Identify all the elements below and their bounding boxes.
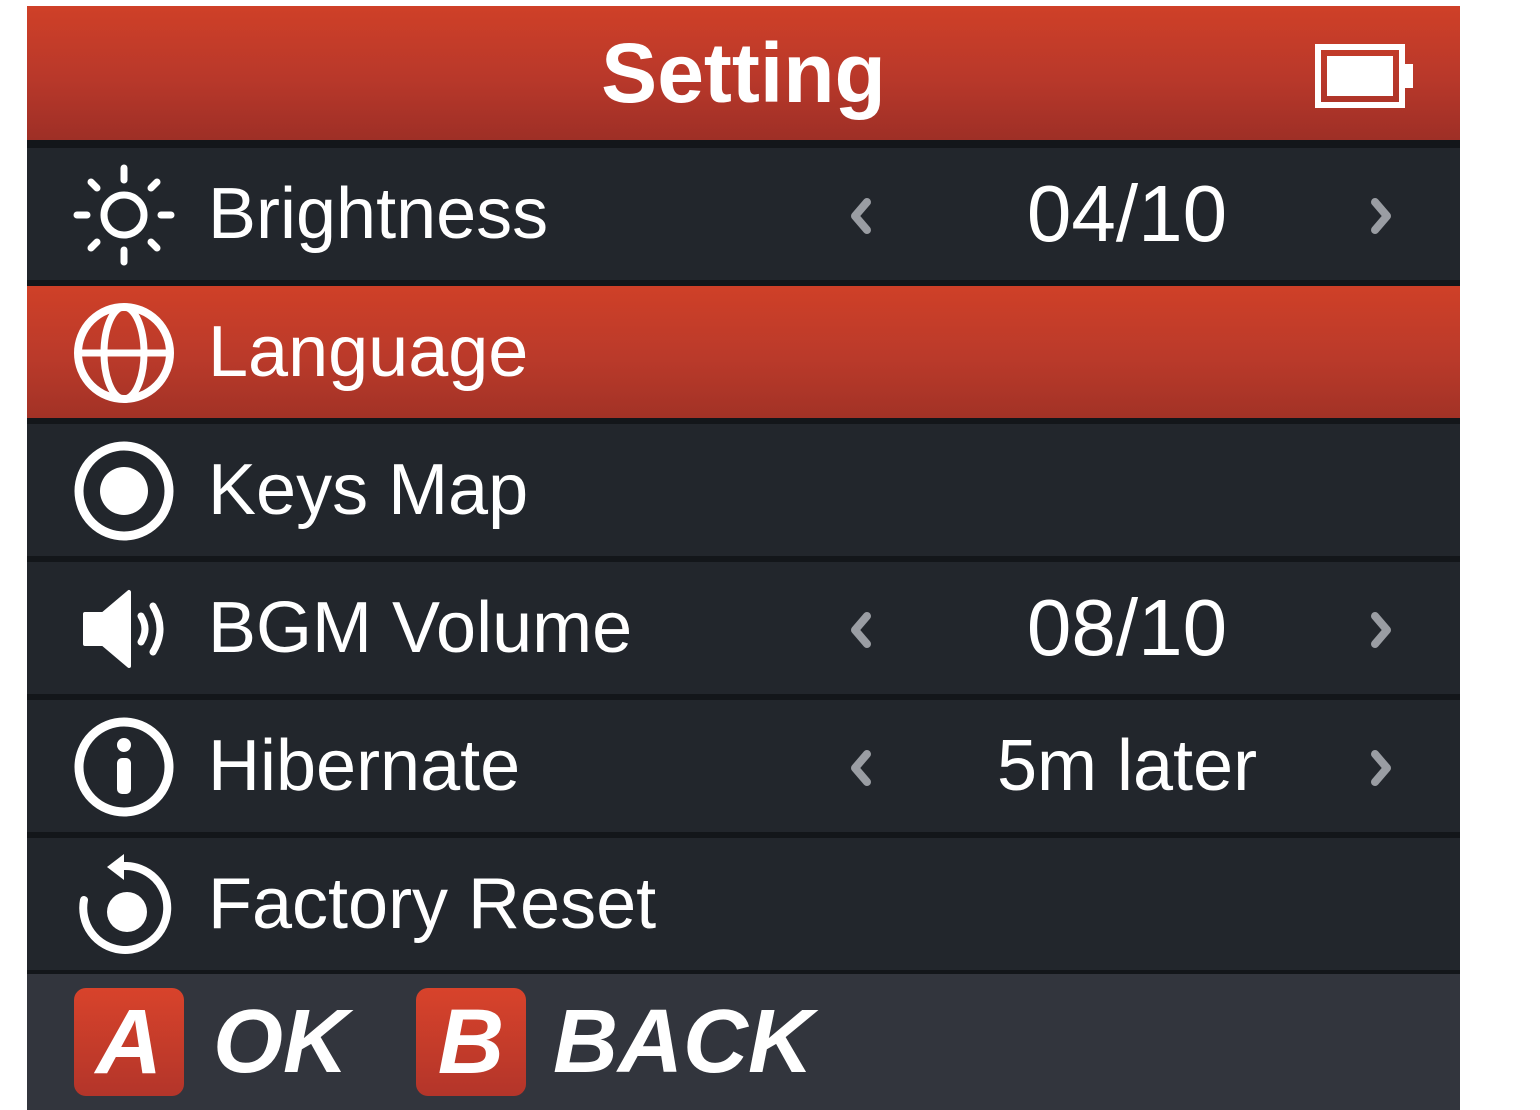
footer-bar: A OK B BACK	[27, 974, 1460, 1110]
radio-dot-icon	[74, 441, 174, 541]
chevron-right-icon[interactable]	[1369, 748, 1395, 788]
a-key-badge[interactable]: A	[74, 988, 184, 1096]
battery-icon	[1315, 44, 1413, 108]
chevron-right-icon[interactable]	[1369, 610, 1395, 650]
setting-row-bgm-volume[interactable]: BGM Volume 08/10	[27, 562, 1460, 694]
globe-icon	[74, 303, 174, 403]
settings-screen: Setting Brightness 04/10 Language Keys M…	[27, 6, 1460, 1110]
setting-label-keys-map: Keys Map	[208, 450, 529, 530]
setting-value-hibernate: 5m later	[996, 726, 1258, 806]
setting-row-hibernate[interactable]: Hibernate 5m later	[27, 700, 1460, 832]
setting-value-brightness: 04/10	[1026, 169, 1228, 258]
b-key-badge[interactable]: B	[416, 988, 526, 1096]
setting-value-bgm-volume: 08/10	[1026, 583, 1228, 672]
chevron-left-icon[interactable]	[847, 196, 873, 236]
ok-label[interactable]: OK	[213, 974, 348, 1110]
sun-icon	[73, 164, 175, 266]
setting-label-hibernate: Hibernate	[208, 726, 521, 806]
setting-row-keys-map[interactable]: Keys Map	[27, 424, 1460, 556]
setting-label-brightness: Brightness	[208, 174, 549, 254]
header-bar: Setting	[27, 6, 1460, 140]
info-icon	[74, 717, 174, 817]
chevron-left-icon[interactable]	[847, 748, 873, 788]
setting-label-language: Language	[208, 312, 529, 392]
setting-row-factory-reset[interactable]: Factory Reset	[27, 838, 1460, 970]
chevron-right-icon[interactable]	[1369, 196, 1395, 236]
chevron-left-icon[interactable]	[847, 610, 873, 650]
setting-label-factory-reset: Factory Reset	[208, 864, 657, 944]
setting-row-language[interactable]: Language	[27, 286, 1460, 418]
speaker-icon	[83, 590, 164, 668]
page-title: Setting	[601, 26, 886, 120]
setting-row-brightness[interactable]: Brightness 04/10	[27, 148, 1460, 280]
back-label[interactable]: BACK	[553, 974, 813, 1110]
setting-label-bgm-volume: BGM Volume	[208, 588, 633, 668]
reset-icon	[79, 854, 172, 954]
